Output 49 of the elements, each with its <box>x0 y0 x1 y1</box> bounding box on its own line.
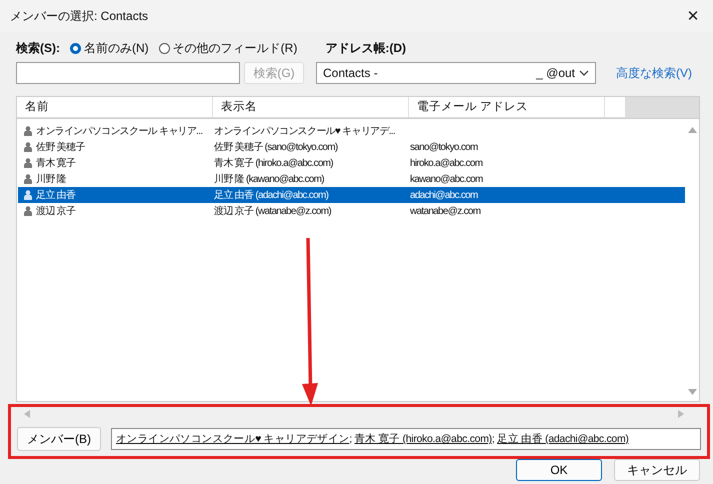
person-icon <box>24 174 32 184</box>
chevron-icon <box>579 70 589 76</box>
person-icon <box>24 126 32 136</box>
dialog-button[interactable]: OK <box>516 459 602 481</box>
column-header[interactable]: 表示名 <box>213 97 409 117</box>
dialog-button[interactable]: キャンセル <box>614 459 700 481</box>
contact-row[interactable]: 青木 寛子 青木 寛子 (hiroko.a@abc.com) hiroko.a@abc.com <box>18 155 685 171</box>
table-cell: sano@tokyo.com <box>410 142 478 152</box>
advanced-search-link[interactable]: 高度な検索(V) <box>616 64 692 82</box>
table-cell-text: 青木 寛子 <box>36 156 76 170</box>
table-cell-text: 渡辺 京子 <box>36 204 76 218</box>
table-cell-text: オンラインパソコンスクール キャリア... <box>36 125 204 138</box>
scroll-up-icon[interactable] <box>688 127 696 133</box>
address-book-dropdown[interactable]: Contacts - _ @out <box>316 62 596 84</box>
scroll-right-icon[interactable] <box>678 410 684 418</box>
close-button[interactable]: ✕ <box>673 0 713 32</box>
table-cell-text: オンラインパソコンスクール♥ キャリアデ... <box>214 125 396 138</box>
contact-row[interactable]: 渡辺 京子 渡辺 京子 (watanabe@z.com) watanabe@z.com <box>18 203 685 219</box>
table-cell: watanabe@z.com <box>410 206 480 216</box>
table-cell-text: 足立 由香 (adachi@abc.com) <box>214 188 330 202</box>
radio-option[interactable]: 名前のみ(N) <box>70 40 149 56</box>
window-title: メンバーの選択: Contacts <box>10 8 148 24</box>
table-cell: hiroko.a@abc.com <box>410 158 482 168</box>
address-book-label: アドレス帳:(D) <box>325 40 406 56</box>
person-icon <box>24 142 32 152</box>
table-cell-text: 佐野 美穂子 <box>36 140 86 154</box>
person-icon <box>24 190 32 200</box>
radio-option[interactable]: その他のフィールド(R) <box>158 40 298 56</box>
contact-row[interactable]: 佐野 美穂子 佐野 美穂子 (sano@tokyo.com) sano@tokyo.com <box>18 139 685 155</box>
person-icon <box>24 206 32 216</box>
table-cell-text: 青木 寛子 (hiroko.a@abc.com) <box>214 156 334 170</box>
table-cell-text: 佐野 美穂子 (sano@tokyo.com) <box>214 140 339 154</box>
table-cell-text: 渡辺 京子 (watanabe@z.com) <box>214 204 332 218</box>
search-field[interactable] <box>16 62 240 84</box>
scroll-down-icon[interactable] <box>688 389 696 395</box>
person-icon <box>24 158 32 168</box>
members-button[interactable]: メンバー(B) <box>17 427 101 451</box>
column-header[interactable]: 名前 <box>17 97 213 117</box>
table-cell-text: 川野 隆 <box>36 172 67 186</box>
members-field[interactable]: オンラインパソコンスクール♥ キャリアデザイン; 青木 寛子 (hiroko.a@abc.com); 足立 由香 (adachi@abc.com) <box>111 428 701 450</box>
contact-row[interactable]: 川野 隆 川野 隆 (kawano@abc.com) kawano@abc.com <box>18 171 685 187</box>
table-cell: kawano@abc.com <box>410 174 483 184</box>
contact-row[interactable]: オンラインパソコンスクール キャリア... オンラインパソコンスクール♥ キャリアデ... <box>18 123 685 139</box>
search-label: 検索(S): <box>16 40 60 56</box>
table-cell: adachi@abc.com <box>410 190 478 200</box>
table-cell-text: 足立 由香 <box>36 188 76 202</box>
table-cell-text: 川野 隆 (kawano@abc.com) <box>214 172 325 186</box>
scroll-left-icon[interactable] <box>24 410 30 418</box>
contact-row[interactable]: 足立 由香 足立 由香 (adachi@abc.com) adachi@abc.com <box>18 187 685 203</box>
